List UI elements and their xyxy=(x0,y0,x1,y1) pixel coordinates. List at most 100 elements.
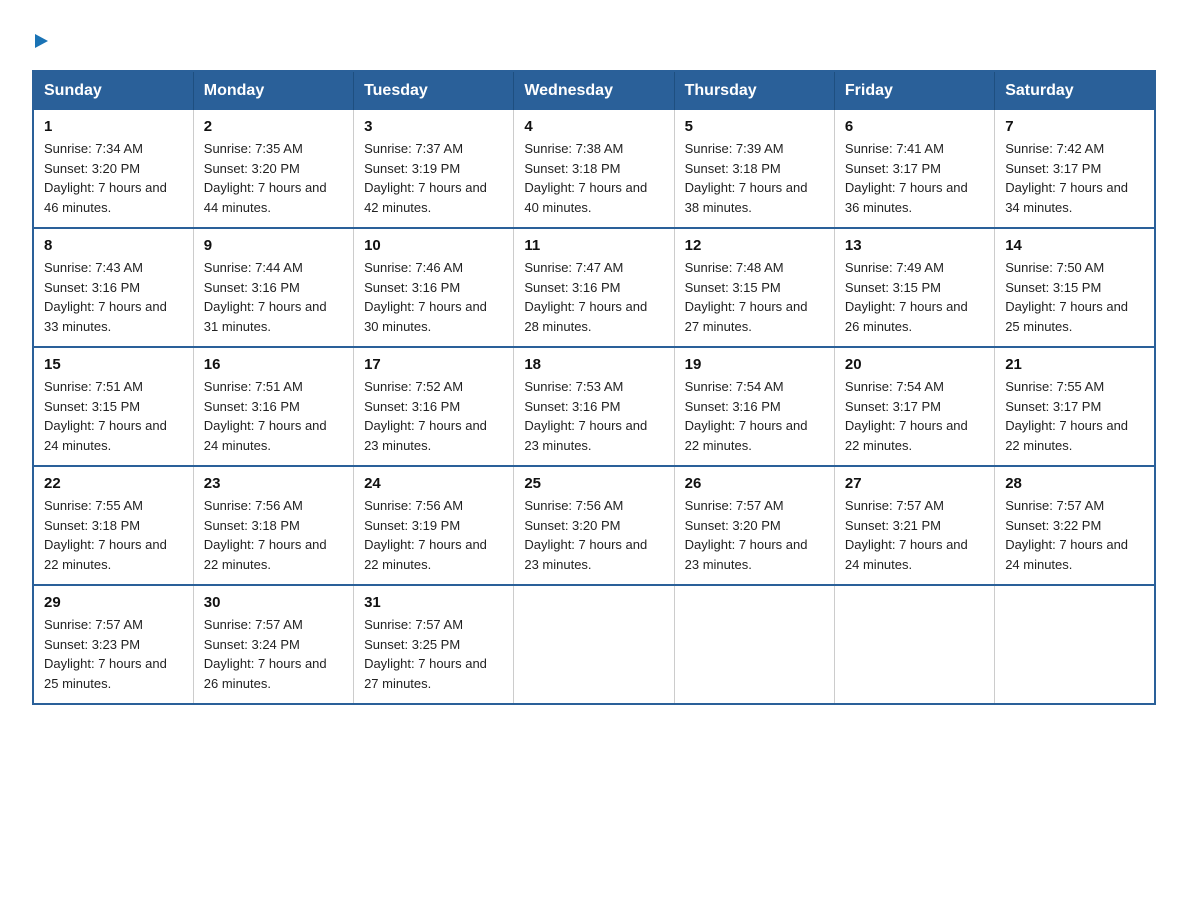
day-info: Sunrise: 7:57 AMSunset: 3:22 PMDaylight:… xyxy=(1005,496,1144,574)
calendar-header-sunday: Sunday xyxy=(33,71,193,110)
calendar-cell: 29 Sunrise: 7:57 AMSunset: 3:23 PMDaylig… xyxy=(33,585,193,704)
day-info: Sunrise: 7:41 AMSunset: 3:17 PMDaylight:… xyxy=(845,139,984,217)
day-number: 12 xyxy=(685,237,824,254)
day-number: 25 xyxy=(524,475,663,492)
day-number: 14 xyxy=(1005,237,1144,254)
calendar-cell: 24 Sunrise: 7:56 AMSunset: 3:19 PMDaylig… xyxy=(354,466,514,585)
day-number: 22 xyxy=(44,475,183,492)
day-info: Sunrise: 7:34 AMSunset: 3:20 PMDaylight:… xyxy=(44,139,183,217)
day-number: 21 xyxy=(1005,356,1144,373)
calendar-cell: 1 Sunrise: 7:34 AMSunset: 3:20 PMDayligh… xyxy=(33,110,193,228)
day-info: Sunrise: 7:56 AMSunset: 3:18 PMDaylight:… xyxy=(204,496,343,574)
day-number: 26 xyxy=(685,475,824,492)
day-number: 5 xyxy=(685,118,824,135)
calendar-cell: 23 Sunrise: 7:56 AMSunset: 3:18 PMDaylig… xyxy=(193,466,353,585)
day-number: 17 xyxy=(364,356,503,373)
logo: Blue xyxy=(32,28,48,54)
day-number: 19 xyxy=(685,356,824,373)
day-info: Sunrise: 7:42 AMSunset: 3:17 PMDaylight:… xyxy=(1005,139,1144,217)
day-number: 31 xyxy=(364,594,503,611)
day-info: Sunrise: 7:35 AMSunset: 3:20 PMDaylight:… xyxy=(204,139,343,217)
day-number: 24 xyxy=(364,475,503,492)
page-header: Blue xyxy=(32,24,1156,54)
calendar-cell: 6 Sunrise: 7:41 AMSunset: 3:17 PMDayligh… xyxy=(834,110,994,228)
day-number: 6 xyxy=(845,118,984,135)
calendar-header-tuesday: Tuesday xyxy=(354,71,514,110)
calendar-cell: 19 Sunrise: 7:54 AMSunset: 3:16 PMDaylig… xyxy=(674,347,834,466)
calendar-header-saturday: Saturday xyxy=(995,71,1155,110)
calendar-cell: 31 Sunrise: 7:57 AMSunset: 3:25 PMDaylig… xyxy=(354,585,514,704)
calendar-cell: 7 Sunrise: 7:42 AMSunset: 3:17 PMDayligh… xyxy=(995,110,1155,228)
day-info: Sunrise: 7:57 AMSunset: 3:24 PMDaylight:… xyxy=(204,615,343,693)
calendar-cell: 4 Sunrise: 7:38 AMSunset: 3:18 PMDayligh… xyxy=(514,110,674,228)
calendar-header-wednesday: Wednesday xyxy=(514,71,674,110)
calendar-cell: 3 Sunrise: 7:37 AMSunset: 3:19 PMDayligh… xyxy=(354,110,514,228)
day-info: Sunrise: 7:57 AMSunset: 3:25 PMDaylight:… xyxy=(364,615,503,693)
day-number: 20 xyxy=(845,356,984,373)
logo-arrow-icon xyxy=(35,34,48,48)
calendar-week-row: 22 Sunrise: 7:55 AMSunset: 3:18 PMDaylig… xyxy=(33,466,1155,585)
calendar-week-row: 8 Sunrise: 7:43 AMSunset: 3:16 PMDayligh… xyxy=(33,228,1155,347)
calendar-cell: 17 Sunrise: 7:52 AMSunset: 3:16 PMDaylig… xyxy=(354,347,514,466)
day-number: 4 xyxy=(524,118,663,135)
day-info: Sunrise: 7:46 AMSunset: 3:16 PMDaylight:… xyxy=(364,258,503,336)
day-info: Sunrise: 7:49 AMSunset: 3:15 PMDaylight:… xyxy=(845,258,984,336)
calendar-header-monday: Monday xyxy=(193,71,353,110)
day-number: 16 xyxy=(204,356,343,373)
day-number: 29 xyxy=(44,594,183,611)
calendar-cell xyxy=(514,585,674,704)
calendar-cell: 10 Sunrise: 7:46 AMSunset: 3:16 PMDaylig… xyxy=(354,228,514,347)
calendar-cell: 26 Sunrise: 7:57 AMSunset: 3:20 PMDaylig… xyxy=(674,466,834,585)
day-number: 8 xyxy=(44,237,183,254)
day-number: 28 xyxy=(1005,475,1144,492)
day-info: Sunrise: 7:51 AMSunset: 3:15 PMDaylight:… xyxy=(44,377,183,455)
calendar-cell: 12 Sunrise: 7:48 AMSunset: 3:15 PMDaylig… xyxy=(674,228,834,347)
day-number: 1 xyxy=(44,118,183,135)
day-info: Sunrise: 7:52 AMSunset: 3:16 PMDaylight:… xyxy=(364,377,503,455)
day-info: Sunrise: 7:39 AMSunset: 3:18 PMDaylight:… xyxy=(685,139,824,217)
day-info: Sunrise: 7:44 AMSunset: 3:16 PMDaylight:… xyxy=(204,258,343,336)
calendar-cell: 28 Sunrise: 7:57 AMSunset: 3:22 PMDaylig… xyxy=(995,466,1155,585)
day-info: Sunrise: 7:37 AMSunset: 3:19 PMDaylight:… xyxy=(364,139,503,217)
day-info: Sunrise: 7:57 AMSunset: 3:21 PMDaylight:… xyxy=(845,496,984,574)
day-number: 27 xyxy=(845,475,984,492)
calendar-cell: 2 Sunrise: 7:35 AMSunset: 3:20 PMDayligh… xyxy=(193,110,353,228)
calendar-cell: 16 Sunrise: 7:51 AMSunset: 3:16 PMDaylig… xyxy=(193,347,353,466)
day-info: Sunrise: 7:57 AMSunset: 3:23 PMDaylight:… xyxy=(44,615,183,693)
calendar-cell: 5 Sunrise: 7:39 AMSunset: 3:18 PMDayligh… xyxy=(674,110,834,228)
calendar-header-row: SundayMondayTuesdayWednesdayThursdayFrid… xyxy=(33,71,1155,110)
calendar-header-friday: Friday xyxy=(834,71,994,110)
day-info: Sunrise: 7:43 AMSunset: 3:16 PMDaylight:… xyxy=(44,258,183,336)
calendar-cell: 22 Sunrise: 7:55 AMSunset: 3:18 PMDaylig… xyxy=(33,466,193,585)
calendar-week-row: 29 Sunrise: 7:57 AMSunset: 3:23 PMDaylig… xyxy=(33,585,1155,704)
calendar-cell: 27 Sunrise: 7:57 AMSunset: 3:21 PMDaylig… xyxy=(834,466,994,585)
day-number: 11 xyxy=(524,237,663,254)
day-info: Sunrise: 7:54 AMSunset: 3:16 PMDaylight:… xyxy=(685,377,824,455)
calendar-week-row: 1 Sunrise: 7:34 AMSunset: 3:20 PMDayligh… xyxy=(33,110,1155,228)
calendar-cell xyxy=(834,585,994,704)
day-number: 15 xyxy=(44,356,183,373)
day-number: 2 xyxy=(204,118,343,135)
calendar-cell: 11 Sunrise: 7:47 AMSunset: 3:16 PMDaylig… xyxy=(514,228,674,347)
calendar-cell: 8 Sunrise: 7:43 AMSunset: 3:16 PMDayligh… xyxy=(33,228,193,347)
day-number: 18 xyxy=(524,356,663,373)
calendar-cell: 20 Sunrise: 7:54 AMSunset: 3:17 PMDaylig… xyxy=(834,347,994,466)
calendar-cell: 15 Sunrise: 7:51 AMSunset: 3:15 PMDaylig… xyxy=(33,347,193,466)
day-info: Sunrise: 7:53 AMSunset: 3:16 PMDaylight:… xyxy=(524,377,663,455)
day-number: 13 xyxy=(845,237,984,254)
day-info: Sunrise: 7:54 AMSunset: 3:17 PMDaylight:… xyxy=(845,377,984,455)
calendar-cell: 21 Sunrise: 7:55 AMSunset: 3:17 PMDaylig… xyxy=(995,347,1155,466)
day-number: 9 xyxy=(204,237,343,254)
calendar-cell: 14 Sunrise: 7:50 AMSunset: 3:15 PMDaylig… xyxy=(995,228,1155,347)
calendar-cell: 30 Sunrise: 7:57 AMSunset: 3:24 PMDaylig… xyxy=(193,585,353,704)
calendar-week-row: 15 Sunrise: 7:51 AMSunset: 3:15 PMDaylig… xyxy=(33,347,1155,466)
calendar-cell: 9 Sunrise: 7:44 AMSunset: 3:16 PMDayligh… xyxy=(193,228,353,347)
calendar-table: SundayMondayTuesdayWednesdayThursdayFrid… xyxy=(32,70,1156,705)
calendar-header-thursday: Thursday xyxy=(674,71,834,110)
day-info: Sunrise: 7:50 AMSunset: 3:15 PMDaylight:… xyxy=(1005,258,1144,336)
day-number: 30 xyxy=(204,594,343,611)
calendar-cell xyxy=(995,585,1155,704)
day-info: Sunrise: 7:56 AMSunset: 3:20 PMDaylight:… xyxy=(524,496,663,574)
day-number: 3 xyxy=(364,118,503,135)
day-info: Sunrise: 7:55 AMSunset: 3:17 PMDaylight:… xyxy=(1005,377,1144,455)
